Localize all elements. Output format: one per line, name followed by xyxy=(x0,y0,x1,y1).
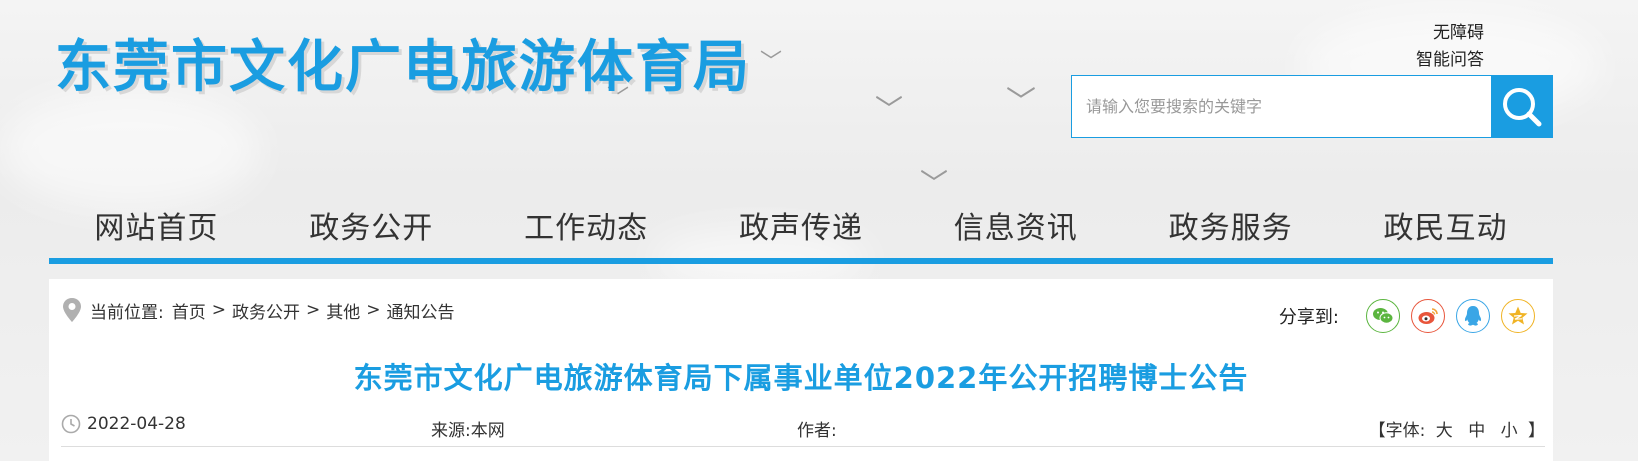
share-qzone-button[interactable] xyxy=(1501,299,1535,333)
nav-item-interaction[interactable]: 政民互动 xyxy=(1383,203,1507,247)
qq-icon xyxy=(1464,306,1482,326)
article-title: 东莞市文化广电旅游体育局下属事业单位2022年公开招聘博士公告 xyxy=(353,361,1249,395)
accessibility-link[interactable]: 无障碍 xyxy=(1416,20,1484,47)
bird-decoration: ﹀ xyxy=(875,93,904,126)
main-nav: 网站首页 政务公开 工作动态 政声传递 信息资讯 政务服务 政民互动 xyxy=(49,196,1553,254)
font-size-close-bracket: 】 xyxy=(1528,421,1545,441)
article-panel: 当前位置: 首页 > 政务公开 > 其他 > 通知公告 分享到: 东莞市文化广电… xyxy=(49,279,1553,461)
breadcrumb-notices[interactable]: 通知公告 xyxy=(386,298,454,323)
nav-item-services[interactable]: 政务服务 xyxy=(1169,203,1293,247)
nav-item-government-affairs[interactable]: 政务公开 xyxy=(309,203,433,247)
article-date: 2022-04-28 xyxy=(61,414,186,434)
article-date-text: 2022-04-28 xyxy=(87,414,186,434)
weibo-icon xyxy=(1418,308,1438,324)
clock-icon xyxy=(61,414,81,434)
font-size-label: 【字体: xyxy=(1368,421,1426,441)
bird-decoration: ﹀ xyxy=(1006,85,1036,120)
nav-item-policy-voice[interactable]: 政声传递 xyxy=(739,203,863,247)
breadcrumb-separator: > xyxy=(366,300,381,320)
share-weibo-button[interactable] xyxy=(1411,299,1445,333)
article-author: 作者: xyxy=(797,421,837,441)
search-button[interactable] xyxy=(1491,76,1552,137)
meta-divider xyxy=(61,446,1545,447)
breadcrumb-other[interactable]: 其他 xyxy=(326,298,360,323)
font-size-large-button[interactable]: 大 xyxy=(1436,421,1453,441)
location-pin-icon xyxy=(62,297,82,323)
qzone-icon xyxy=(1508,306,1528,325)
nav-underline xyxy=(49,258,1553,264)
breadcrumb-separator: > xyxy=(211,300,226,320)
search-input[interactable] xyxy=(1072,76,1491,137)
article-meta: 2022-04-28 来源:本网 作者: 【字体: 大 中 小 】 xyxy=(61,414,1545,444)
wechat-icon xyxy=(1373,308,1394,324)
top-links: 无障碍 智能问答 xyxy=(1416,20,1484,74)
nav-item-work-news[interactable]: 工作动态 xyxy=(524,203,648,247)
search-box xyxy=(1071,75,1553,138)
background-cloud xyxy=(0,90,260,210)
breadcrumb-label: 当前位置: xyxy=(90,302,164,323)
breadcrumb-government-affairs[interactable]: 政务公开 xyxy=(232,298,300,323)
breadcrumb-separator: > xyxy=(305,300,321,320)
article-source: 来源:本网 xyxy=(431,421,505,441)
nav-item-home[interactable]: 网站首页 xyxy=(94,203,218,247)
font-size-control: 【字体: 大 中 小 】 xyxy=(1369,416,1545,441)
bird-decoration: ﹀ xyxy=(920,167,949,200)
share-wechat-button[interactable] xyxy=(1366,299,1400,333)
site-title[interactable]: 东莞市文化广电旅游体育局 xyxy=(55,22,751,103)
font-size-medium-button[interactable]: 中 xyxy=(1468,421,1485,441)
breadcrumb: 当前位置: 首页 > 政务公开 > 其他 > 通知公告 xyxy=(62,297,454,323)
breadcrumb-home[interactable]: 首页 xyxy=(172,298,206,323)
search-icon xyxy=(1502,87,1541,126)
bird-decoration: ﹀ xyxy=(760,50,783,75)
nav-item-information[interactable]: 信息资讯 xyxy=(954,203,1078,247)
share-qq-button[interactable] xyxy=(1456,299,1490,333)
font-size-small-button[interactable]: 小 xyxy=(1501,421,1518,441)
smart-qa-link[interactable]: 智能问答 xyxy=(1416,47,1484,74)
share-bar: 分享到: xyxy=(1279,299,1535,333)
share-label: 分享到: xyxy=(1278,307,1339,328)
